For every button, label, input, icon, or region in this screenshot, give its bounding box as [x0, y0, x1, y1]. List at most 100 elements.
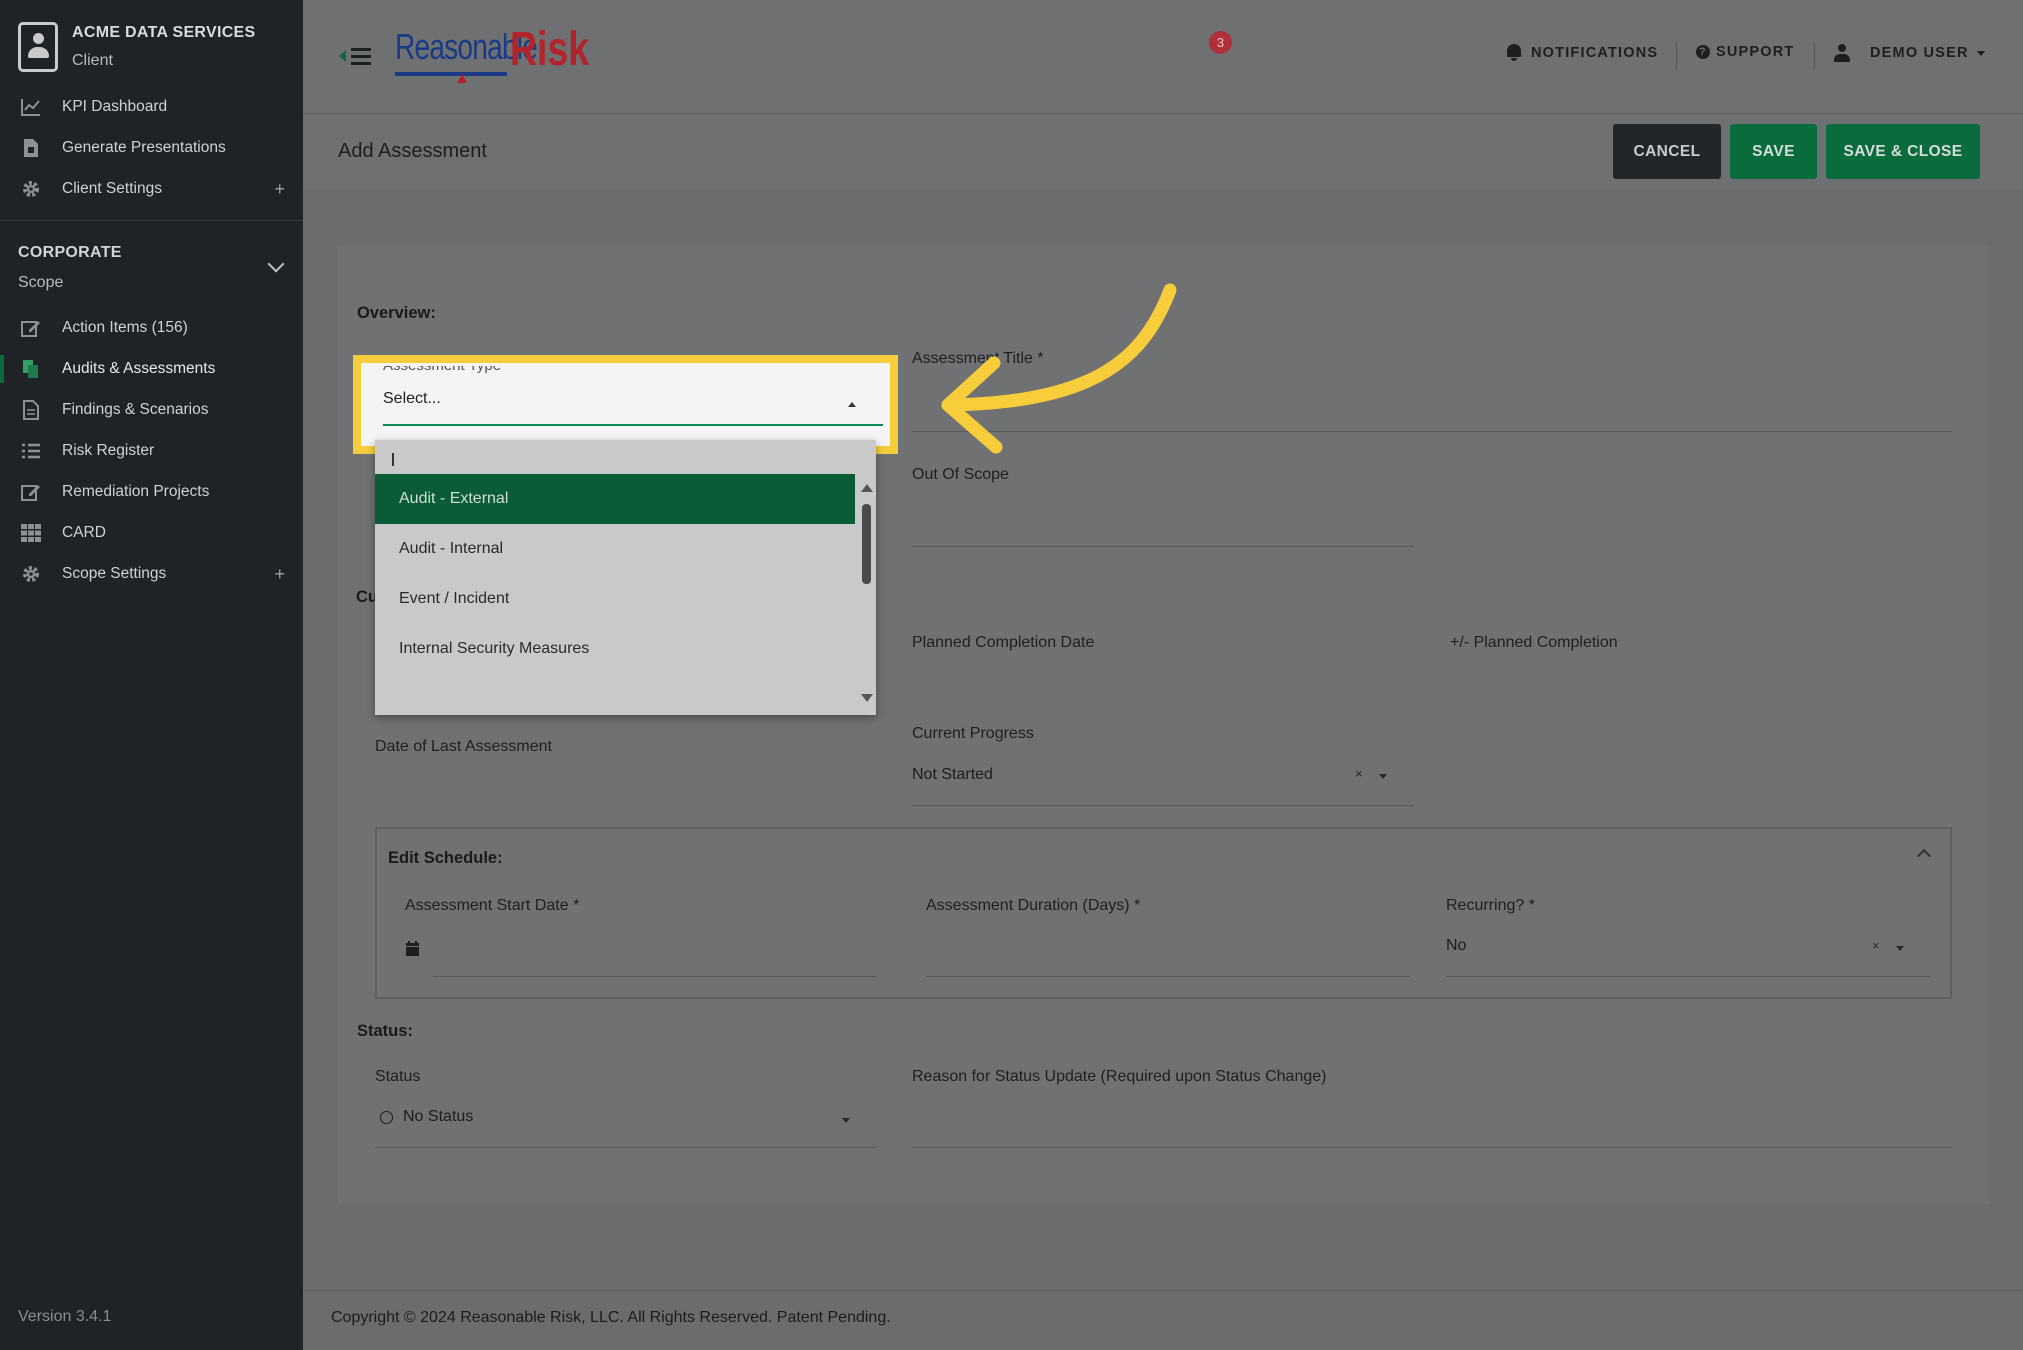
support-link[interactable]: ? SUPPORT [1696, 44, 1795, 60]
start-date-input[interactable] [433, 976, 876, 977]
user-icon [1834, 44, 1850, 62]
page-title: Add Assessment [338, 140, 487, 162]
question-circle-icon: ? [1696, 45, 1710, 59]
copy-icon [20, 358, 42, 380]
copyright-text: Copyright © 2024 Reasonable Risk, LLC. A… [331, 1309, 891, 1326]
sidebar-item-label: Client Settings [62, 180, 162, 197]
sidebar-item-remediation-projects[interactable]: Remediation Projects [0, 472, 303, 512]
sidebar-item-label: Action Items (156) [62, 319, 188, 336]
assessment-type-dropdown[interactable]: Audit - External Audit - Internal Event … [375, 440, 876, 715]
page-toolbar: Add Assessment CANCEL SAVE SAVE & CLOSE [303, 114, 2023, 189]
expand-plus-icon[interactable]: + [274, 179, 285, 200]
contact-book-icon [18, 22, 58, 72]
edit-icon [20, 481, 42, 503]
sidebar-item-generate-presentations[interactable]: Generate Presentations [0, 128, 303, 168]
caret-down-icon [1976, 50, 1985, 56]
dropdown-option[interactable]: Audit - External [375, 474, 855, 524]
sidebar: ACME DATA SERVICES Client KPI Dashboard … [0, 0, 303, 1350]
expand-plus-icon[interactable]: + [274, 564, 285, 585]
client-switcher[interactable]: ACME DATA SERVICES Client [18, 22, 288, 78]
sidebar-item-label: Scope Settings [62, 565, 167, 582]
gear-icon [20, 178, 42, 200]
edit-icon [20, 317, 42, 339]
sidebar-item-action-items[interactable]: Action Items (156) [0, 308, 303, 348]
current-progress-select[interactable]: Not Started [912, 766, 993, 784]
duration-input[interactable] [926, 976, 1410, 977]
sidebar-item-label: Findings & Scenarios [62, 401, 209, 418]
sidebar-item-audits-assessments[interactable]: Audits & Assessments [0, 349, 303, 389]
dropdown-option[interactable]: Internal Security Measures [375, 624, 855, 674]
sidebar-item-kpi-dashboard[interactable]: KPI Dashboard [0, 87, 303, 127]
dropdown-scrollbar[interactable] [859, 480, 873, 708]
calendar-icon[interactable] [406, 941, 419, 961]
scope-title: CORPORATE [18, 244, 122, 261]
sidebar-item-label: Risk Register [62, 442, 155, 459]
scroll-up-arrow-icon[interactable] [861, 484, 873, 492]
version-label: Version 3.4.1 [18, 1308, 112, 1325]
user-menu[interactable]: DEMO USER [1834, 44, 1985, 62]
sidebar-item-label: KPI Dashboard [62, 98, 168, 115]
status-label: Status [375, 1068, 421, 1085]
current-progress-label: Current Progress [912, 725, 1034, 742]
chevron-down-icon[interactable] [267, 255, 285, 273]
document-icon [20, 399, 42, 421]
notifications-link[interactable]: NOTIFICATIONS [1506, 44, 1658, 61]
duration-label: Assessment Duration (Days) * [926, 897, 1141, 914]
date-last-assessment-label: Date of Last Assessment [375, 738, 552, 755]
sidebar-item-label: Audits & Assessments [62, 360, 216, 377]
scroll-down-arrow-icon[interactable] [861, 694, 873, 702]
planned-completion-delta-label: +/- Planned Completion [1450, 634, 1618, 651]
cancel-button[interactable]: CANCEL [1613, 124, 1721, 179]
sidebar-item-client-settings[interactable]: Client Settings + [0, 169, 303, 209]
reason-status-label: Reason for Status Update (Required upon … [912, 1068, 1327, 1085]
dropdown-option[interactable]: Event / Incident [375, 574, 855, 624]
gear-icon [20, 563, 42, 585]
dropdown-option[interactable]: Audit - Internal [375, 524, 855, 574]
assessment-type-label: Assessment Type [383, 357, 502, 374]
sidebar-divider [0, 220, 303, 221]
caret-left-icon [339, 50, 346, 62]
grid-icon [20, 522, 42, 544]
caret-down-icon[interactable] [1896, 946, 1904, 951]
edit-schedule-title: Edit Schedule: [388, 849, 503, 867]
clear-icon[interactable]: × [1872, 938, 1880, 953]
assessment-type-select[interactable]: Select... [383, 390, 441, 408]
overview-section-title: Overview: [357, 304, 436, 322]
sidebar-item-scope-settings[interactable]: Scope Settings + [0, 554, 303, 594]
scope-sub-label: Scope [18, 274, 64, 291]
recurring-label: Recurring? * [1446, 897, 1535, 914]
client-sub-label: Client [72, 52, 113, 69]
sidebar-item-card[interactable]: CARD [0, 513, 303, 553]
status-section-title: Status: [357, 1022, 413, 1040]
sidebar-toggle-button[interactable] [339, 44, 373, 68]
clear-icon[interactable]: × [1355, 766, 1363, 781]
circle-outline-icon [380, 1111, 393, 1124]
sidebar-item-label: CARD [62, 524, 106, 541]
caret-down-icon[interactable] [842, 1118, 850, 1123]
save-button[interactable]: SAVE [1730, 124, 1817, 179]
reason-status-input[interactable] [912, 1147, 1952, 1148]
sidebar-item-label: Generate Presentations [62, 139, 226, 156]
client-name: ACME DATA SERVICES [72, 24, 256, 41]
caret-up-icon[interactable] [848, 402, 856, 407]
edit-schedule-panel [375, 827, 1952, 999]
bell-icon [1506, 44, 1522, 61]
sidebar-item-findings-scenarios[interactable]: Findings & Scenarios [0, 390, 303, 430]
recurring-select[interactable]: No [1446, 937, 1466, 955]
out-of-scope-input[interactable] [912, 546, 1414, 547]
list-icon [20, 440, 42, 462]
sidebar-item-risk-register[interactable]: Risk Register [0, 431, 303, 471]
status-select[interactable]: No Status [403, 1108, 473, 1126]
line-chart-icon [20, 96, 42, 118]
scrollbar-thumb[interactable] [862, 504, 871, 584]
search-cursor [392, 453, 394, 466]
footer: Copyright © 2024 Reasonable Risk, LLC. A… [303, 1290, 2023, 1350]
sidebar-item-label: Remediation Projects [62, 483, 210, 500]
hamburger-icon [351, 48, 371, 51]
notification-count-badge: 3 [1209, 31, 1232, 54]
save-close-button[interactable]: SAVE & CLOSE [1826, 124, 1980, 179]
planned-completion-label: Planned Completion Date [912, 634, 1095, 651]
caret-down-icon[interactable] [1379, 774, 1387, 779]
start-date-label: Assessment Start Date * [405, 897, 580, 914]
annotation-arrow-icon [941, 283, 1177, 454]
